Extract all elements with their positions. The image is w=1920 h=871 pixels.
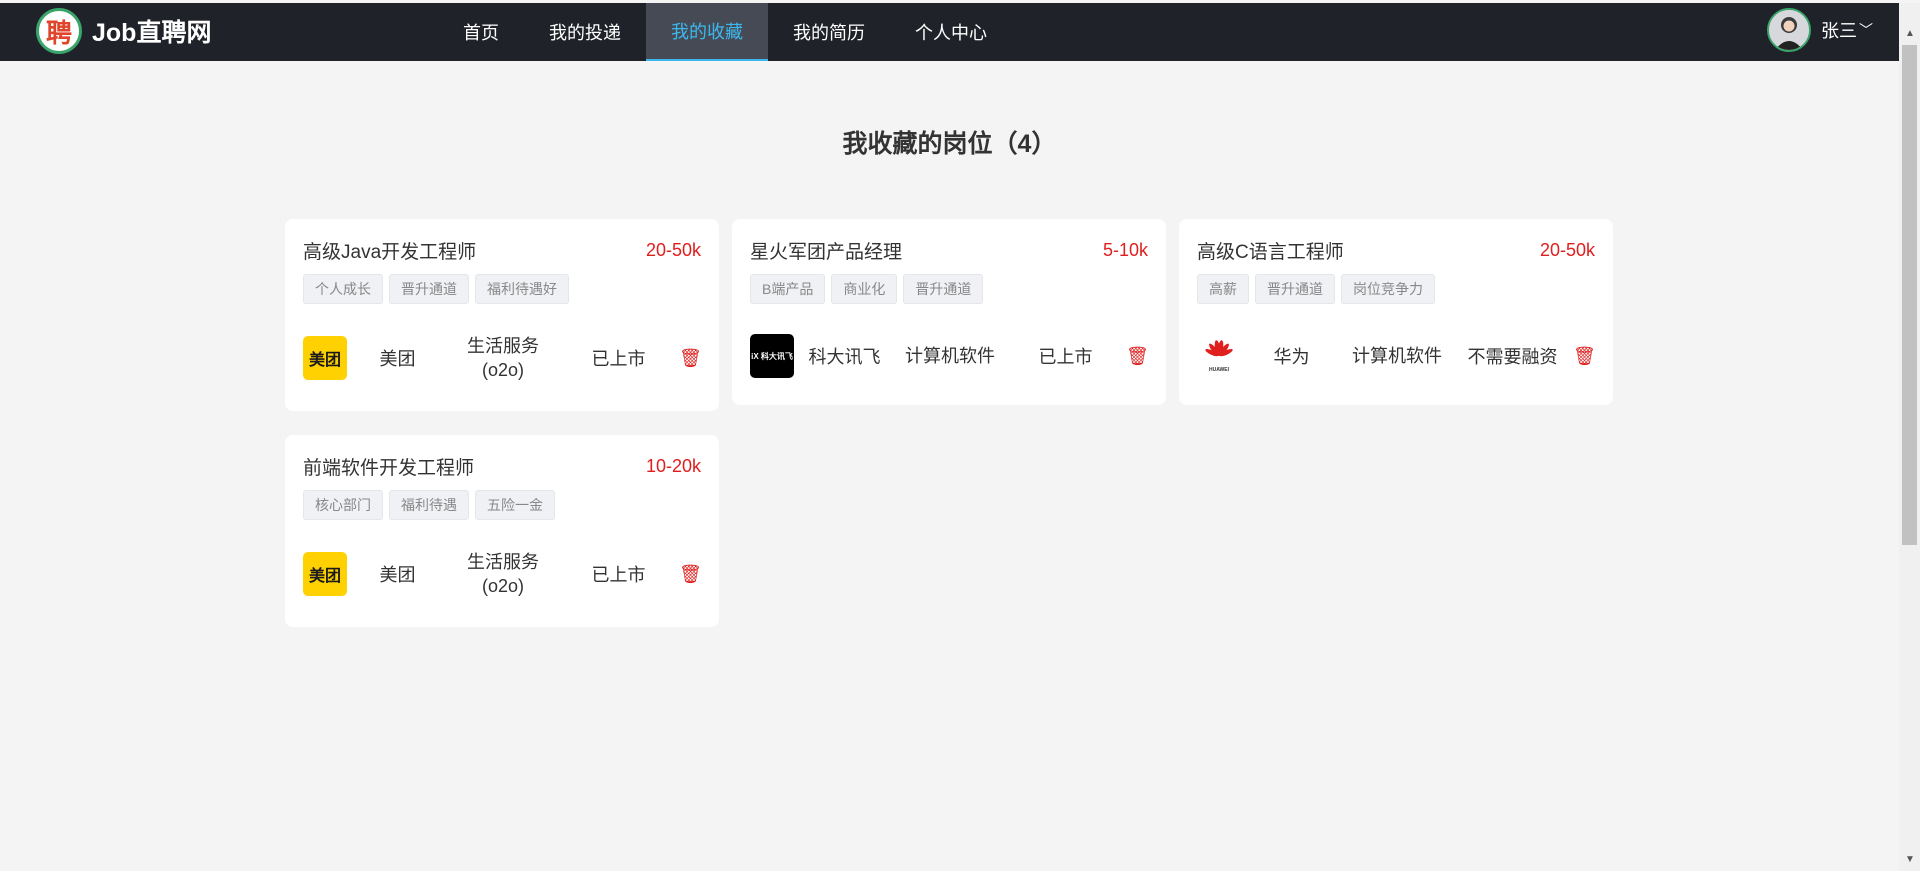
tag: 个人成长: [303, 274, 383, 304]
tag-list: 个人成长 晋升通道 福利待遇好: [303, 274, 701, 304]
site-name: Job直聘网: [92, 19, 212, 47]
scrollbar-thumb[interactable]: [1902, 45, 1917, 545]
company-stage: 已上市: [591, 349, 646, 369]
delete-favorite-trash-icon[interactable]: 🗑: [1126, 346, 1149, 367]
scroll-up-arrow-icon[interactable]: ▲: [1905, 28, 1915, 39]
company-info: 美团 美团 生活服务(o2o) 已上市 🗑: [303, 550, 702, 598]
tag-list: 核心部门 福利待遇 五险一金: [303, 490, 701, 520]
tag: 福利待遇: [389, 490, 469, 520]
company-info: iX 科大讯飞 科大讯飞 计算机软件 已上市 🗑: [750, 334, 1149, 378]
company-industry: 生活服务(o2o): [467, 336, 539, 380]
tag: B端产品: [750, 274, 826, 304]
company-industry: 计算机软件: [1352, 346, 1442, 366]
page-scrollbar[interactable]: ▲ ▼: [1899, 3, 1920, 871]
chevron-down-icon[interactable]: ﹀: [1859, 20, 1873, 40]
company-logo: 美团: [303, 336, 347, 380]
company-stage: 已上市: [591, 565, 646, 585]
avatar[interactable]: [1767, 8, 1811, 52]
nav-item-my-favorites[interactable]: 我的收藏: [646, 3, 768, 61]
company-name: 美团: [379, 349, 416, 369]
tag: 晋升通道: [903, 274, 984, 304]
tag: 福利待遇好: [475, 274, 569, 304]
job-title[interactable]: 高级C语言工程师: [1197, 237, 1344, 264]
job-card[interactable]: 前端软件开发工程师 10-20k 核心部门 福利待遇 五险一金 美团 美团 生活…: [285, 435, 719, 627]
tag: 五险一金: [475, 490, 555, 520]
tag: 高薪: [1197, 274, 1249, 304]
company-logo: 美团: [303, 552, 347, 596]
nav-item-my-resume[interactable]: 我的简历: [768, 3, 890, 61]
main-nav: 首页 我的投递 我的收藏 我的简历 个人中心: [438, 3, 1012, 61]
company-logo: HUAWEI: [1197, 334, 1241, 378]
company-name: 科大讯飞: [808, 347, 881, 367]
tag-list: 高薪 晋升通道 岗位竞争力: [1197, 274, 1595, 304]
top-navbar: 聘 Job直聘网 首页 我的投递 我的收藏 我的简历 个人中心 张三 ﹀: [0, 3, 1899, 61]
tag: 商业化: [831, 274, 898, 304]
company-name: 华为: [1273, 347, 1310, 367]
salary: 20-50k: [645, 240, 701, 260]
company-industry: 生活服务(o2o): [467, 552, 539, 596]
job-title[interactable]: 前端软件开发工程师: [303, 453, 474, 480]
tag: 岗位竞争力: [1341, 274, 1435, 304]
logo-icon: 聘: [36, 8, 82, 54]
nav-item-personal-center[interactable]: 个人中心: [890, 3, 1012, 61]
salary: 10-20k: [645, 456, 701, 476]
user-name[interactable]: 张三: [1821, 17, 1857, 43]
company-info: 美团 美团 生活服务(o2o) 已上市 🗑: [303, 334, 702, 382]
company-info: HUAWEI 华为 计算机软件 不需要融资 🗑: [1197, 334, 1596, 378]
page-title: 我收藏的岗位（4）: [842, 130, 1057, 158]
company-name: 美团: [379, 565, 416, 585]
huawei-logo-icon: HUAWEI: [1205, 340, 1233, 373]
delete-favorite-trash-icon[interactable]: 🗑: [1573, 346, 1596, 367]
company-industry: 计算机软件: [905, 346, 995, 366]
svg-text:HUAWEI: HUAWEI: [1209, 367, 1230, 373]
job-card[interactable]: 高级C语言工程师 20-50k 高薪 晋升通道 岗位竞争力 HUAWEI 华为 …: [1179, 219, 1613, 405]
delete-favorite-trash-icon[interactable]: 🗑: [679, 564, 702, 585]
delete-favorite-trash-icon[interactable]: 🗑: [679, 348, 702, 369]
job-title[interactable]: 星火军团产品经理: [750, 237, 902, 264]
job-card[interactable]: 星火军团产品经理 5-10k B端产品 商业化 晋升通道 iX 科大讯飞 科大讯…: [732, 219, 1166, 405]
company-stage: 已上市: [1038, 347, 1093, 367]
user-menu[interactable]: 张三 ﹀: [1767, 8, 1873, 52]
company-stage: 不需要融资: [1467, 347, 1558, 367]
job-card[interactable]: 高级Java开发工程师 20-50k 个人成长 晋升通道 福利待遇好 美团 美团…: [285, 219, 719, 411]
salary: 20-50k: [1539, 240, 1595, 260]
tag: 晋升通道: [1255, 274, 1335, 304]
nav-item-home[interactable]: 首页: [438, 3, 524, 61]
tag: 核心部门: [303, 490, 383, 520]
tag: 晋升通道: [389, 274, 469, 304]
salary: 5-10k: [1102, 240, 1148, 260]
site-logo[interactable]: 聘 Job直聘网: [36, 8, 211, 54]
company-logo: iX 科大讯飞: [750, 334, 794, 378]
nav-item-my-applications[interactable]: 我的投递: [524, 3, 646, 61]
tag-list: B端产品 商业化 晋升通道: [750, 274, 1148, 304]
scroll-down-arrow-icon[interactable]: ▼: [1905, 854, 1915, 865]
job-title[interactable]: 高级Java开发工程师: [303, 237, 476, 264]
